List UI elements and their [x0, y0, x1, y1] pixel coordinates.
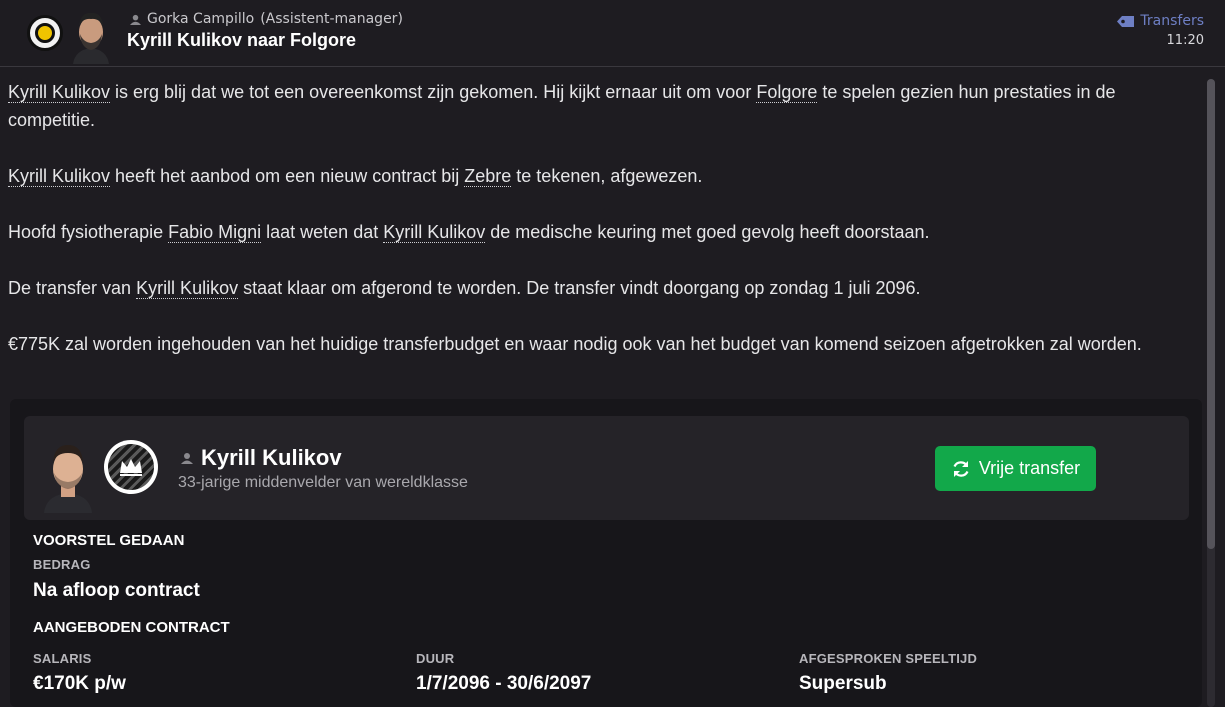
club-link[interactable]: Zebre — [464, 166, 512, 187]
scrollbar[interactable] — [1207, 79, 1215, 707]
crown-icon — [120, 459, 142, 476]
refresh-icon — [953, 460, 969, 477]
playtime-value: Supersub — [799, 673, 887, 694]
paragraph-5: €775K zal worden ingehouden van het huid… — [8, 334, 1142, 354]
staff-link[interactable]: Fabio Migni — [168, 222, 262, 243]
player-link[interactable]: Kyrill Kulikov — [136, 278, 239, 299]
message-subject: Kyrill Kulikov naar Folgore — [127, 30, 357, 50]
paragraph-4: De transfer van Kyrill Kulikov staat kla… — [8, 278, 921, 299]
club-badge-icon[interactable] — [27, 15, 63, 51]
salary-value: €170K p/w — [33, 673, 126, 694]
amount-label: BEDRAG — [33, 557, 91, 572]
club-link[interactable]: Folgore — [756, 82, 818, 103]
paragraph-2: Kyrill Kulikov heeft het aanbod om een n… — [8, 166, 703, 187]
duration-label: DUUR — [416, 651, 455, 666]
transfer-button-label: Vrije transfer — [978, 458, 1081, 478]
playtime-label: AFGESPROKEN SPEELTIJD — [799, 651, 978, 666]
scrollbar-thumb[interactable] — [1207, 79, 1215, 549]
message-category[interactable]: Transfers — [1117, 13, 1204, 29]
sender-name[interactable]: Gorka Campillo — [147, 11, 254, 27]
amount-value: Na afloop contract — [33, 580, 200, 601]
message-body: Kyrill Kulikov is erg blij dat we tot ee… — [8, 78, 1198, 386]
sender-role: (Assistent-manager) — [260, 11, 403, 27]
player-club-badge-icon[interactable] — [104, 440, 158, 494]
person-icon — [181, 453, 193, 464]
message-time: 11:20 — [1166, 33, 1204, 48]
offer-heading: VOORSTEL GEDAAN — [33, 532, 185, 549]
paragraph-1: Kyrill Kulikov is erg blij dat we tot ee… — [8, 82, 1116, 130]
sender-line: Gorka Campillo (Assistent-manager) — [130, 11, 403, 27]
salary-label: SALARIS — [33, 651, 92, 666]
paragraph-3: Hoofd fysiotherapie Fabio Migni laat wet… — [8, 222, 930, 243]
tag-icon — [1117, 15, 1135, 27]
message-header: Gorka Campillo (Assistent-manager) Kyril… — [0, 0, 1225, 67]
player-name-link[interactable]: Kyrill Kulikov — [201, 445, 342, 471]
contract-heading: AANGEBODEN CONTRACT — [33, 619, 230, 636]
player-name: Kyrill Kulikov — [181, 445, 342, 471]
player-avatar[interactable] — [42, 437, 94, 513]
player-link[interactable]: Kyrill Kulikov — [8, 166, 111, 187]
player-description: 33-jarige middenvelder van wereldklasse — [178, 474, 468, 491]
duration-value: 1/7/2096 - 30/6/2097 — [416, 673, 592, 694]
transfer-type-button[interactable]: Vrije transfer — [935, 446, 1096, 491]
sender-avatar[interactable] — [69, 8, 113, 64]
player-link[interactable]: Kyrill Kulikov — [383, 222, 486, 243]
person-icon — [130, 14, 141, 25]
player-link[interactable]: Kyrill Kulikov — [8, 82, 111, 103]
category-label: Transfers — [1140, 13, 1204, 29]
